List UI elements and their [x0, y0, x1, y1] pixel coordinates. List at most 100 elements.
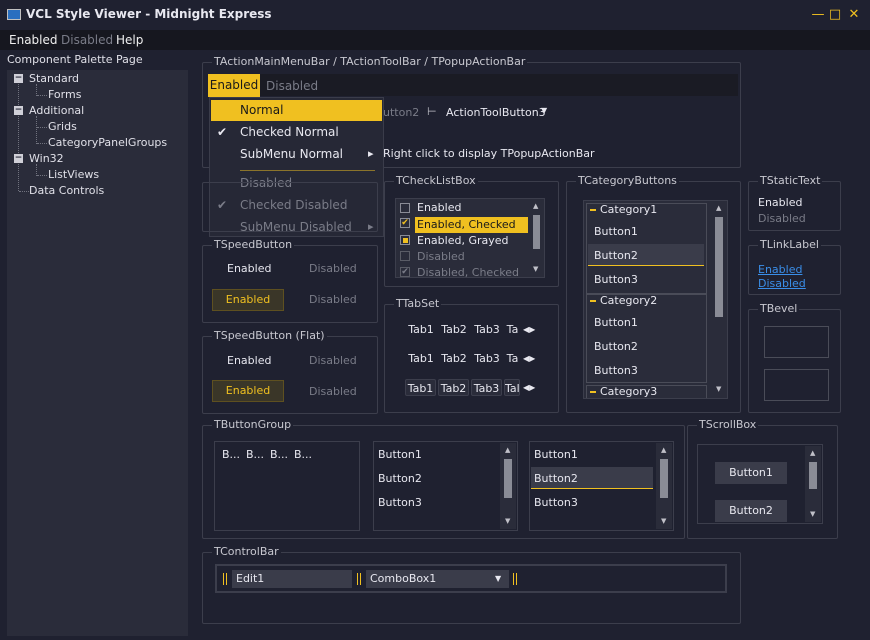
tab-scroll-arrows[interactable]: ◀▶	[523, 383, 535, 392]
tab[interactable]: Ta	[505, 350, 520, 367]
band-gripper-icon[interactable]	[223, 573, 227, 585]
menu-disabled[interactable]: Disabled	[61, 33, 113, 47]
tab[interactable]: Tab1	[406, 321, 436, 338]
list-item[interactable]: Button2	[378, 472, 422, 485]
scrollbar[interactable]: ▲ ▼	[529, 199, 544, 277]
band-gripper-icon[interactable]	[513, 573, 517, 585]
speed-enabled[interactable]: Enabled	[227, 262, 271, 275]
scroll-down-icon[interactable]: ▼	[505, 517, 510, 525]
collapse-icon[interactable]: −	[14, 154, 23, 163]
tab[interactable]: Ta	[505, 321, 520, 338]
tree-item-grids[interactable]: Grids	[48, 120, 77, 133]
scroll-up-icon[interactable]: ▲	[533, 202, 538, 210]
menu-enabled[interactable]: Enabled	[9, 33, 58, 47]
check-icon[interactable]: ✔	[400, 218, 410, 228]
chevron-down-icon[interactable]: ▼	[541, 106, 547, 115]
grayed-checkbox-icon[interactable]	[400, 235, 410, 245]
palette-tree[interactable]: − − − Standard Forms Additional Grids Ca…	[7, 70, 188, 636]
tab-scroll-arrows[interactable]: ◀▶	[523, 354, 535, 363]
checklistbox[interactable]: Enabled ✔ Enabled, Checked Enabled, Gray…	[395, 198, 545, 279]
category-header[interactable]: Category1	[600, 203, 657, 216]
category-buttons[interactable]: Category1 Button1 Button2 Button3 Catego…	[583, 200, 728, 399]
action-tool-button3[interactable]: ActionToolButton3	[446, 106, 546, 119]
collapse-icon[interactable]	[590, 300, 596, 302]
speed-enabled-down[interactable]: Enabled	[212, 289, 284, 311]
list-item[interactable]: Button1	[534, 448, 578, 461]
scrollbar[interactable]: ▲ ▼	[656, 443, 672, 529]
collapse-icon[interactable]: −	[14, 74, 23, 83]
category-button[interactable]: Button2	[594, 340, 638, 353]
tab-scroll-arrows[interactable]: ◀▶	[523, 325, 535, 334]
close-button[interactable]: ✕	[846, 6, 862, 24]
tree-item-listviews[interactable]: ListViews	[48, 168, 99, 181]
scroll-up-icon[interactable]: ▲	[716, 204, 721, 212]
tree-item-additional[interactable]: Additional	[29, 104, 84, 117]
tab[interactable]: Tab2	[438, 379, 469, 396]
tree-item-categorypanelgroups[interactable]: CategoryPanelGroups	[48, 136, 167, 149]
scroll-down-icon[interactable]: ▼	[716, 385, 721, 393]
tab[interactable]: Tab2	[439, 350, 469, 367]
scroll-down-icon[interactable]: ▼	[810, 510, 815, 518]
scroll-thumb[interactable]	[533, 215, 540, 249]
tab[interactable]: Tab1	[405, 379, 436, 396]
speedflat-enabled-down[interactable]: Enabled	[212, 380, 284, 402]
list-item[interactable]: Button1	[378, 448, 422, 461]
scrollbar[interactable]: ▲ ▼	[500, 443, 516, 529]
action-menu-disabled[interactable]: Disabled	[266, 79, 318, 93]
tab[interactable]: Tab3	[471, 379, 502, 396]
menu-item-normal[interactable]: Normal	[240, 103, 283, 117]
scroll-thumb[interactable]	[504, 459, 512, 498]
maximize-button[interactable]: □	[827, 6, 843, 24]
speedflat-enabled[interactable]: Enabled	[227, 354, 271, 367]
action-menu-enabled[interactable]: Enabled	[208, 74, 260, 97]
category-button[interactable]: Button1	[594, 225, 638, 238]
buttongroup-item[interactable]: B...	[246, 448, 264, 461]
category-button[interactable]: Button1	[594, 316, 638, 329]
menu-help[interactable]: Help	[116, 33, 143, 47]
edit1[interactable]: Edit1	[232, 570, 352, 588]
buttongroup-item[interactable]: B...	[270, 448, 288, 461]
button-group[interactable]: B... B... B... B...	[214, 441, 360, 531]
band-gripper-icon[interactable]	[357, 573, 361, 585]
menu-item-submenu-normal[interactable]: SubMenu Normal	[240, 147, 343, 161]
tab[interactable]: Tab3	[472, 350, 502, 367]
category-button[interactable]: Button3	[594, 364, 638, 377]
category-header[interactable]: Category3	[600, 385, 657, 398]
tree-item-standard[interactable]: Standard	[29, 72, 79, 85]
scroll-up-icon[interactable]: ▲	[810, 449, 815, 457]
tab[interactable]: Tab2	[439, 321, 469, 338]
scrollbox-button2[interactable]: Button2	[715, 500, 787, 522]
minimize-button[interactable]: —	[810, 6, 826, 24]
buttongroup-item[interactable]: B...	[294, 448, 312, 461]
combobox1[interactable]: ComboBox1	[366, 570, 509, 588]
checklist-item[interactable]: Enabled	[417, 201, 461, 214]
scroll-down-icon[interactable]: ▼	[533, 265, 538, 273]
button-list-2[interactable]: Button1 Button2 Button3 ▲ ▼	[529, 441, 674, 531]
tree-item-forms[interactable]: Forms	[48, 88, 81, 101]
checkbox-icon[interactable]	[400, 203, 410, 213]
category-button[interactable]: Button2	[594, 249, 638, 262]
scroll-thumb[interactable]	[809, 462, 817, 489]
list-item[interactable]: Button3	[534, 496, 578, 509]
scroll-up-icon[interactable]: ▲	[505, 446, 510, 454]
collapse-icon[interactable]	[590, 391, 596, 393]
tab[interactable]: Tab3	[472, 321, 502, 338]
scroll-thumb[interactable]	[660, 459, 668, 498]
scrollbar[interactable]: ▲ ▼	[711, 201, 727, 398]
chevron-down-icon[interactable]: ▼	[495, 574, 501, 583]
tab[interactable]: Tal	[504, 379, 520, 396]
list-item[interactable]: Button3	[378, 496, 422, 509]
category-header[interactable]: Category2	[600, 294, 657, 307]
list-item[interactable]: Button2	[534, 472, 578, 485]
tree-item-win32[interactable]: Win32	[29, 152, 64, 165]
collapse-icon[interactable]: −	[14, 106, 23, 115]
tree-item-data-controls[interactable]: Data Controls	[29, 184, 104, 197]
scroll-up-icon[interactable]: ▲	[661, 446, 666, 454]
scroll-box[interactable]: Button1 Button2 ▲ ▼	[697, 444, 823, 524]
button-list-1[interactable]: Button1 Button2 Button3 ▲ ▼	[373, 441, 518, 531]
scroll-thumb[interactable]	[715, 217, 723, 317]
tab[interactable]: Tab1	[406, 350, 436, 367]
checklist-item[interactable]: Enabled, Checked	[417, 218, 516, 231]
scrollbar[interactable]: ▲ ▼	[805, 446, 821, 522]
menu-item-checked-normal[interactable]: Checked Normal	[240, 125, 339, 139]
